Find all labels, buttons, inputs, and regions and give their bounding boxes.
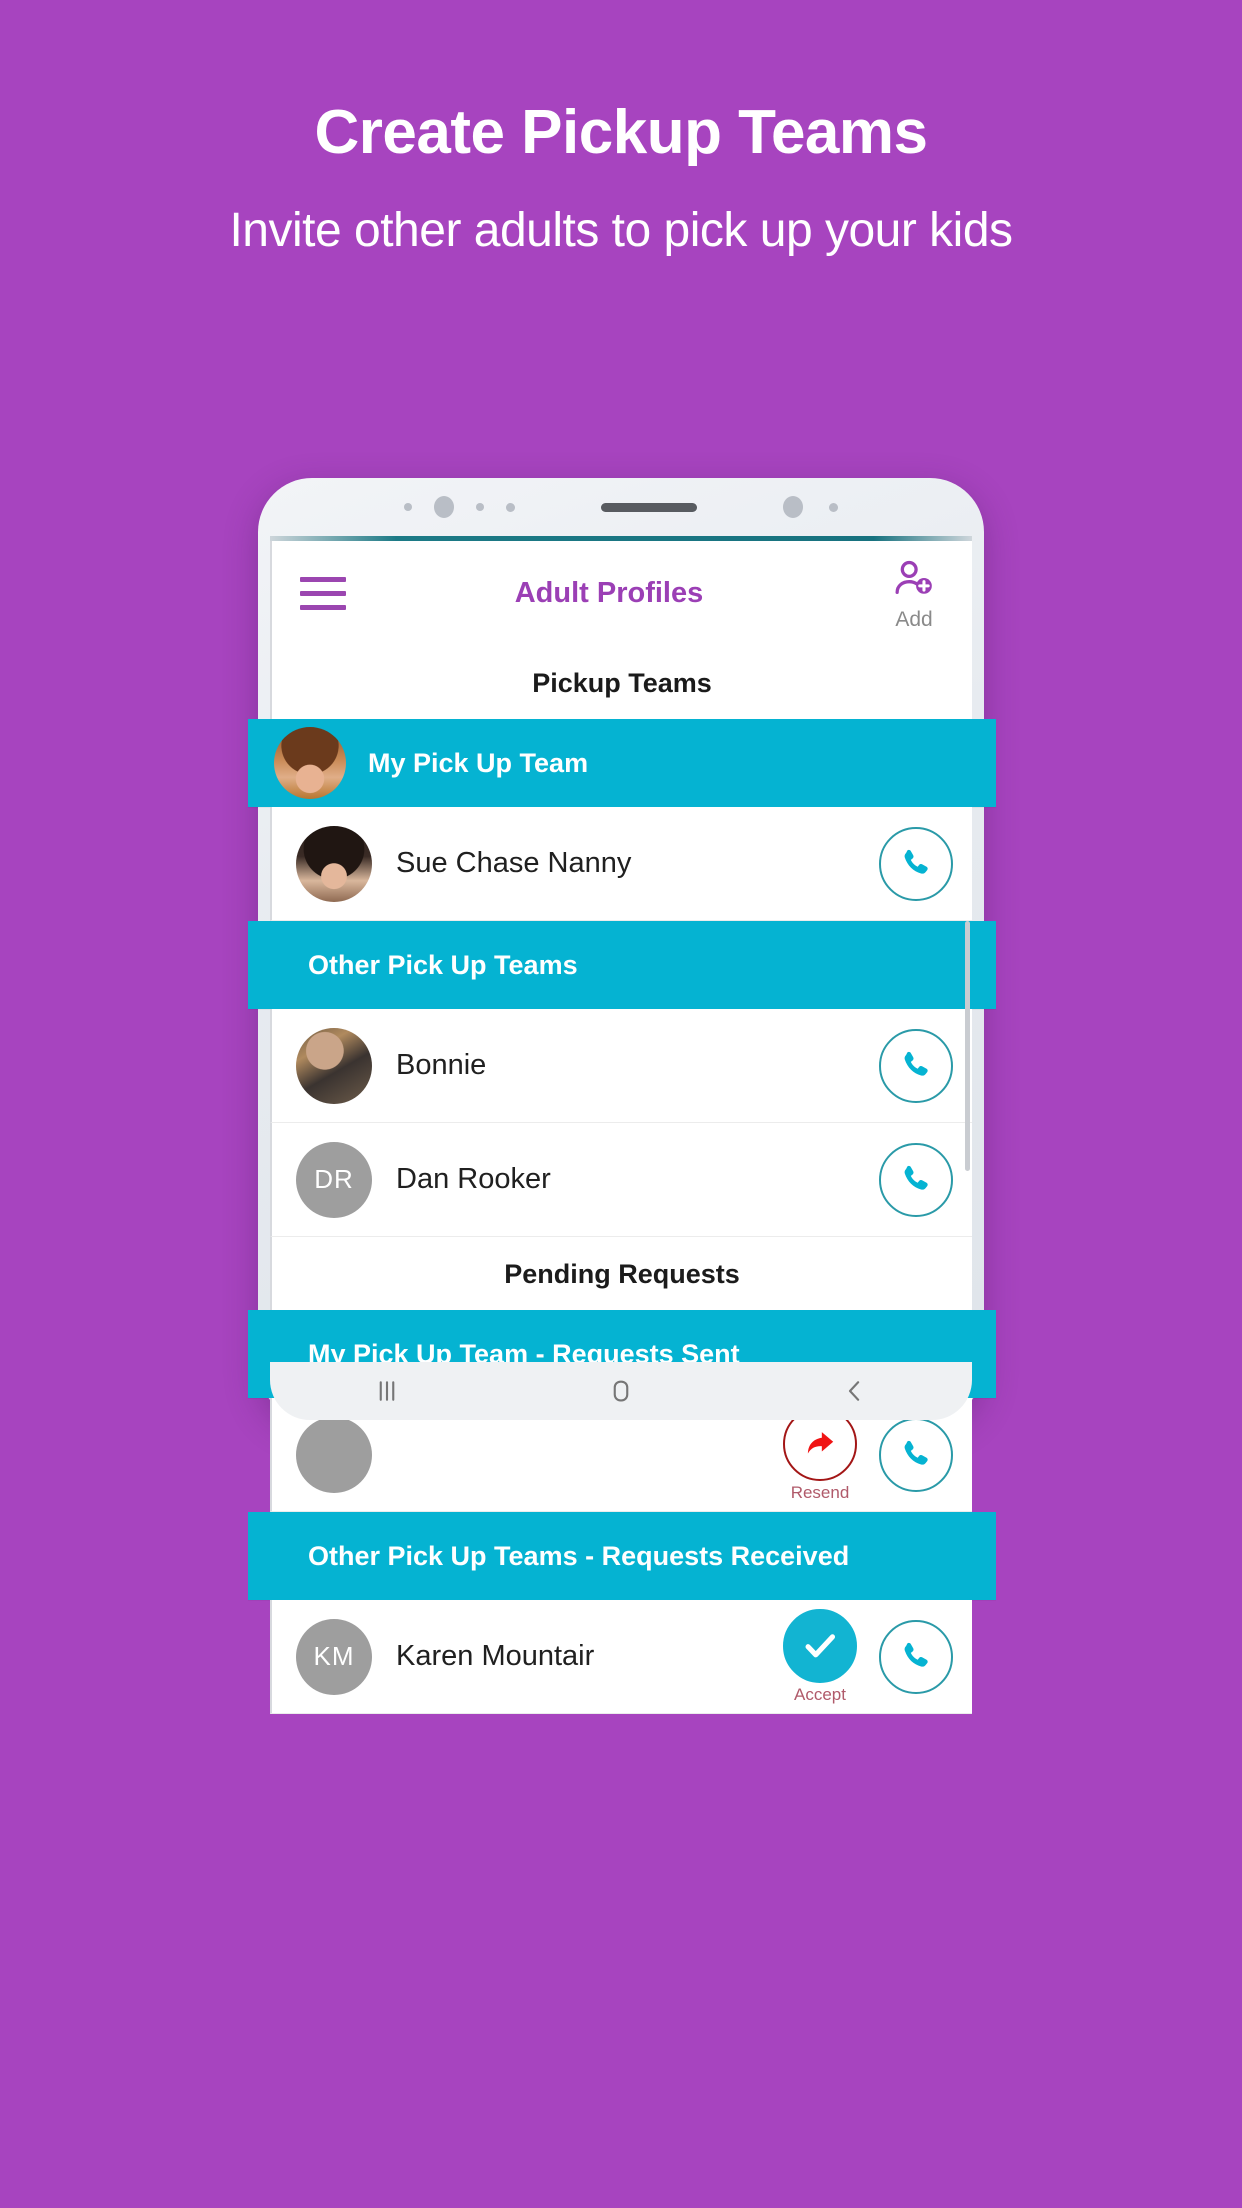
page-subtitle: Invite other adults to pick up your kids (229, 204, 1013, 258)
call-button[interactable] (874, 1142, 958, 1217)
contact-name: Sue Chase Nanny (396, 847, 632, 879)
app-bar-title: Adult Profiles (514, 577, 704, 609)
earpiece-speaker-icon (601, 502, 697, 512)
recents-icon[interactable] (372, 1376, 402, 1406)
resend-button[interactable]: Resend (778, 1406, 862, 1503)
section-heading: Pending Requests (270, 1237, 972, 1310)
list-item[interactable]: Sue Chase Nanny (270, 807, 972, 921)
accept-button[interactable]: Accept (778, 1608, 862, 1705)
call-button[interactable] (874, 826, 958, 901)
app-content: Adult Profiles Add Pickup Teams My Pick … (248, 541, 996, 1714)
phone-mockup: Adult Profiles Add Pickup Teams My Pick … (248, 478, 996, 1714)
call-button[interactable] (874, 1028, 958, 1103)
phone-call-icon (879, 826, 953, 901)
avatar-initials: KM (313, 1641, 355, 1671)
sensor-dot-icon (829, 502, 838, 512)
team-header-label: Other Pick Up Teams (308, 949, 578, 980)
home-icon[interactable] (606, 1376, 636, 1406)
sensor-dot-icon (783, 496, 803, 518)
avatar-initials: DR (314, 1164, 354, 1194)
team-header-label: My Pick Up Team (368, 747, 589, 778)
list-item[interactable]: DR Dan Rooker (270, 1123, 972, 1237)
android-nav-bar (270, 1362, 972, 1420)
avatar: DR (296, 1141, 372, 1218)
team-header-label: Other Pick Up Teams - Requests Received (308, 1540, 850, 1571)
section-heading: Pickup Teams (270, 646, 972, 719)
phone-call-icon (879, 1028, 953, 1103)
front-camera-icon (434, 496, 454, 518)
page-title: Create Pickup Teams (314, 98, 928, 167)
sensor-dot-icon (404, 503, 412, 511)
sensor-dot-icon (506, 502, 515, 512)
phone-call-icon (879, 1619, 953, 1694)
contact-name: Bonnie (396, 1049, 487, 1081)
avatar (296, 1027, 372, 1104)
team-header-band[interactable]: My Pick Up Team (248, 719, 996, 807)
team-header-band[interactable]: Other Pick Up Teams - Requests Received (248, 1512, 996, 1600)
phone-screen: Adult Profiles Add Pickup Teams My Pick … (248, 536, 996, 1714)
avatar (296, 1416, 372, 1493)
person-add-icon (891, 556, 937, 607)
team-header-band[interactable]: Other Pick Up Teams (248, 921, 996, 1009)
contact-name: Karen Mountair (396, 1640, 595, 1672)
add-adult-button[interactable]: Add (862, 556, 966, 632)
list-item[interactable]: KM Karen Mountair Accept (270, 1600, 972, 1714)
add-button-label: Add (895, 607, 933, 631)
list-item[interactable]: Bonnie (270, 1009, 972, 1123)
phone-call-icon (879, 1417, 953, 1492)
call-button[interactable] (874, 1417, 958, 1492)
phone-call-icon (879, 1142, 953, 1217)
avatar: KM (296, 1618, 372, 1695)
scrollbar[interactable] (965, 921, 970, 1171)
contact-name: Dan Rooker (396, 1163, 551, 1195)
app-bar: Adult Profiles Add (270, 541, 972, 646)
accept-label: Accept (794, 1684, 846, 1704)
phone-top-bezel (258, 478, 984, 536)
hamburger-menu-icon[interactable] (300, 577, 346, 610)
resend-label: Resend (790, 1482, 850, 1502)
promo-header: Create Pickup Teams Invite other adults … (0, 0, 1242, 258)
call-button[interactable] (874, 1619, 958, 1694)
check-accept-icon (783, 1608, 857, 1683)
back-icon[interactable] (840, 1376, 870, 1406)
sensor-dot-icon (476, 503, 484, 511)
avatar (274, 727, 346, 799)
avatar (296, 825, 372, 902)
